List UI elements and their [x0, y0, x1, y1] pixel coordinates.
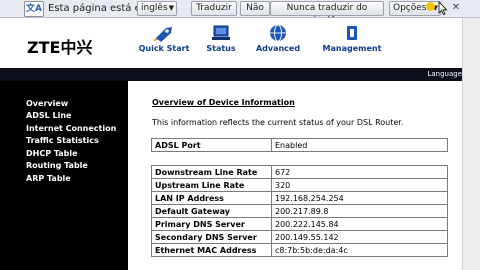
table-row: LAN IP Address 192.168.254.254: [151, 191, 448, 205]
globe-icon: [270, 24, 286, 42]
translate-bar: 文A Esta página está em inglês ▼ Traduzir …: [0, 0, 480, 26]
table-row: ADSL Port Enabled: [151, 138, 448, 152]
computer-icon: [212, 25, 230, 40]
row-value: Enabled: [271, 138, 448, 152]
translate-icon: 文A: [24, 1, 44, 17]
page-description: This information reflects the current st…: [152, 118, 404, 127]
row-label: ADSL Port: [151, 138, 272, 152]
row-value: 200.149.55.142: [271, 230, 448, 244]
language-link[interactable]: Language: [427, 70, 462, 78]
sidebar: Overview ADSL Line Internet Connection T…: [0, 81, 128, 270]
row-value: 672: [271, 165, 448, 179]
close-icon[interactable]: ✕: [450, 2, 462, 14]
row-value: 200.217.89.8: [271, 204, 448, 218]
row-value: 200.222.145.84: [271, 217, 448, 231]
row-label: Upstream Line Rate: [151, 178, 272, 192]
row-label: Ethernet MAC Address: [151, 243, 272, 257]
page-scrollbar[interactable]: [462, 18, 480, 270]
nav-quick-start[interactable]: Quick Start: [136, 18, 192, 68]
device-info-table: Downstream Line Rate 672 Upstream Line Ra…: [151, 165, 448, 257]
language-select-value: inglês: [141, 3, 168, 13]
row-label: Default Gateway: [151, 204, 272, 218]
nav-status-label: Status: [206, 44, 236, 53]
nav-management[interactable]: Management: [319, 18, 385, 68]
row-label: LAN IP Address: [151, 191, 272, 205]
nav-quick-start-label: Quick Start: [138, 44, 190, 53]
sidebar-item-traffic-statistics[interactable]: Traffic Statistics: [26, 136, 99, 145]
mouse-cursor-icon: [438, 1, 448, 15]
sidebar-item-dhcp-table[interactable]: DHCP Table: [26, 149, 78, 158]
translate-prompt: Esta página está em: [48, 3, 151, 14]
language-select[interactable]: inglês ▼: [137, 1, 177, 16]
options-label: Opções: [393, 3, 427, 13]
table-row: Downstream Line Rate 672: [151, 165, 448, 179]
never-translate-button[interactable]: Nunca traduzir do inglês: [270, 1, 384, 26]
rocket-icon: [153, 27, 172, 42]
table-row: Default Gateway 200.217.89.8: [151, 204, 448, 218]
sidebar-item-internet-connection[interactable]: Internet Connection: [26, 124, 116, 133]
row-value: 192.168.254.254: [271, 191, 448, 205]
no-button[interactable]: Não: [240, 1, 270, 16]
row-label: Primary DNS Server: [151, 217, 272, 231]
row-value: 320: [271, 178, 448, 192]
table-row: Secondary DNS Server 200.149.55.142: [151, 230, 448, 244]
highlight-dot-icon: [426, 2, 435, 11]
row-value: c8:7b:5b:de:da:4c: [271, 243, 448, 257]
zte-logo: ZTE中兴: [27, 38, 93, 57]
sidebar-item-arp-table[interactable]: ARP Table: [26, 174, 71, 183]
table-row: Primary DNS Server 200.222.145.84: [151, 217, 448, 231]
translate-button[interactable]: Traduzir: [191, 1, 237, 16]
main-content: Overview of Device Information This info…: [128, 81, 462, 270]
wrench-icon: [347, 26, 357, 40]
header-bar: Language: [0, 68, 462, 81]
chevron-down-icon: ▼: [168, 4, 174, 12]
nav-status[interactable]: Status: [203, 18, 239, 68]
nav-management-label: Management: [322, 44, 382, 53]
nav-advanced[interactable]: Advanced: [252, 18, 304, 68]
adsl-port-table: ADSL Port Enabled: [151, 138, 448, 152]
row-label: Downstream Line Rate: [151, 165, 272, 179]
router-header: ZTE中兴 Quick Start Status Advanced Manage…: [0, 18, 462, 68]
page-title: Overview of Device Information: [152, 98, 295, 107]
nav-advanced-label: Advanced: [255, 44, 301, 53]
table-row: Upstream Line Rate 320: [151, 178, 448, 192]
sidebar-item-overview[interactable]: Overview: [26, 99, 68, 108]
sidebar-item-adsl-line[interactable]: ADSL Line: [26, 111, 71, 120]
table-row: Ethernet MAC Address c8:7b:5b:de:da:4c: [151, 243, 448, 257]
sidebar-item-routing-table[interactable]: Routing Table: [26, 161, 88, 170]
row-label: Secondary DNS Server: [151, 230, 272, 244]
